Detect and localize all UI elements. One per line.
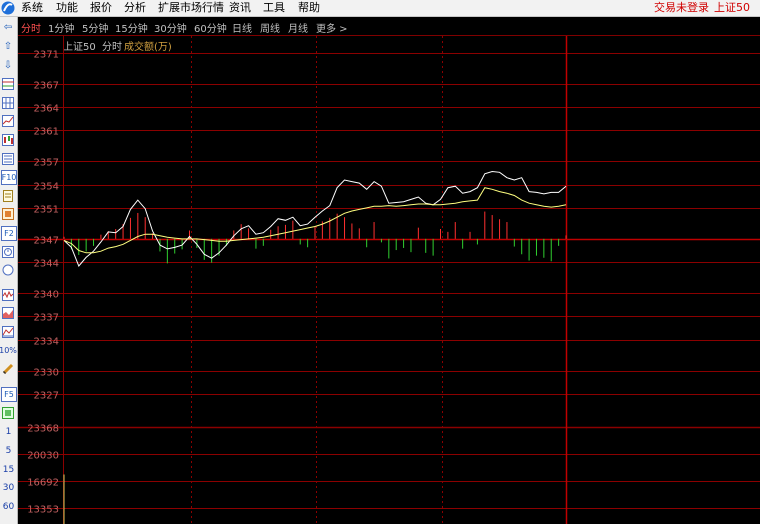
- price-tick-label: 2354: [34, 182, 59, 193]
- tab-monthly[interactable]: 月线: [288, 20, 308, 35]
- price-tick-label: 2364: [34, 104, 59, 115]
- tab-15min[interactable]: 15分钟: [115, 20, 148, 35]
- tab-5min[interactable]: 5分钟: [82, 20, 108, 35]
- list-icon[interactable]: [1, 152, 15, 165]
- price-tick-label: 2327: [34, 391, 59, 402]
- index-name: 上证50: [714, 1, 750, 14]
- menu-tools[interactable]: 工具: [263, 1, 285, 15]
- candlestick-icon[interactable]: [1, 133, 15, 146]
- down-arrow-icon[interactable]: ⇩: [1, 59, 15, 72]
- percent-icon[interactable]: 10%: [0, 344, 17, 357]
- intraday-chart[interactable]: 2371 2367 2364 2361 2357 2354 2351 2347 2344 2340…: [18, 36, 760, 524]
- up-arrow-icon[interactable]: ⇧: [1, 40, 15, 53]
- info-icon[interactable]: [1, 207, 15, 220]
- period-1-shortcut[interactable]: 1: [0, 427, 17, 437]
- tab-daily[interactable]: 日线: [232, 20, 252, 35]
- period-60-shortcut[interactable]: 60: [0, 502, 17, 512]
- menu-help[interactable]: 帮助: [298, 1, 320, 15]
- menu-system[interactable]: 系统: [21, 1, 43, 15]
- price-tick-label: 2371: [34, 50, 59, 61]
- f5-icon[interactable]: F5: [1, 387, 17, 402]
- area-chart-icon[interactable]: [1, 306, 15, 319]
- left-toolbar: ⇦ ⇧ ⇩ F10 F2 10% F5 1 5 15 30 60: [0, 17, 18, 524]
- f2-icon[interactable]: F2: [1, 226, 17, 241]
- tab-1min[interactable]: 1分钟: [48, 20, 74, 35]
- volume-tick-label: 23368: [27, 424, 59, 435]
- quote-grid-icon[interactable]: [1, 77, 15, 90]
- table-icon[interactable]: [1, 96, 15, 109]
- price-tick-label: 2361: [34, 127, 59, 138]
- app-logo-icon[interactable]: [1, 1, 15, 15]
- price-tick-label: 2347: [34, 236, 59, 247]
- trade-login-status[interactable]: 交易未登录: [654, 1, 709, 15]
- period-15-shortcut[interactable]: 15: [0, 465, 17, 475]
- menu-bar: 系统 功能 报价 分析 扩展市场行情 资讯 工具 帮助 交易未登录 上证50: [0, 0, 760, 17]
- volume-tick-label: 16692: [27, 478, 59, 489]
- tab-more[interactable]: 更多 >: [316, 20, 348, 35]
- volume-tick-label: 20030: [27, 451, 59, 462]
- f10-icon[interactable]: F10: [1, 170, 17, 185]
- price-tick-label: 2351: [34, 205, 59, 216]
- copy-icon[interactable]: [1, 406, 15, 419]
- menu-analysis[interactable]: 分析: [124, 1, 146, 15]
- menu-function[interactable]: 功能: [56, 1, 78, 15]
- price-tick-label: 2334: [34, 337, 59, 348]
- price-tick-label: 2344: [34, 259, 59, 270]
- price-tick-label: 2340: [34, 290, 59, 301]
- price-tick-label: 2337: [34, 313, 59, 324]
- volume-tick-label: 13353: [27, 505, 59, 516]
- period-5-shortcut[interactable]: 5: [0, 446, 17, 456]
- tab-intraday[interactable]: 分时: [21, 20, 41, 35]
- price-tick-label: 2367: [34, 81, 59, 92]
- timer-icon[interactable]: [1, 245, 15, 258]
- pencil-icon[interactable]: [1, 362, 15, 375]
- line-chart-icon[interactable]: [1, 114, 15, 127]
- menu-news[interactable]: 资讯: [229, 1, 251, 15]
- circle-icon[interactable]: [1, 263, 15, 276]
- tab-60min[interactable]: 60分钟: [194, 20, 227, 35]
- price-tick-label: 2357: [34, 158, 59, 169]
- bar-chart-icon[interactable]: [1, 325, 15, 338]
- average-line: [63, 187, 567, 254]
- tab-weekly[interactable]: 周线: [260, 20, 280, 35]
- menu-quote[interactable]: 报价: [90, 1, 112, 15]
- menu-extended-market[interactable]: 扩展市场行情: [158, 1, 224, 15]
- period-30-shortcut[interactable]: 30: [0, 483, 17, 493]
- back-arrow-icon[interactable]: ⇦: [1, 21, 15, 34]
- tab-30min[interactable]: 30分钟: [154, 20, 187, 35]
- document-icon[interactable]: [1, 189, 15, 202]
- wave-chart-icon[interactable]: [1, 288, 15, 301]
- period-tab-bar: 分时 1分钟 5分钟 15分钟 30分钟 60分钟 日线 周线 月线 更多 >: [18, 17, 760, 36]
- price-tick-label: 2330: [34, 368, 59, 379]
